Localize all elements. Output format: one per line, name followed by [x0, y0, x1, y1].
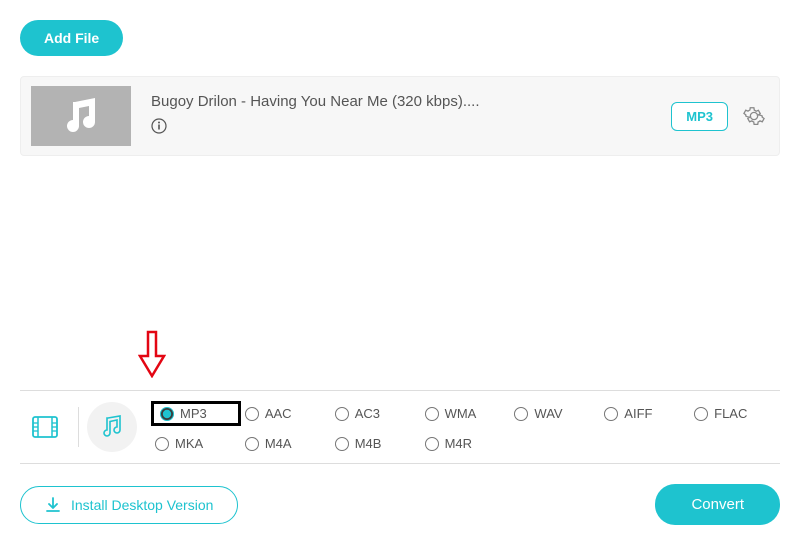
music-notes-icon — [99, 414, 125, 440]
footer-bar: Install Desktop Version Convert — [20, 484, 780, 525]
format-label: WAV — [534, 406, 562, 421]
format-bar: MP3 AAC AC3 WMA WAV AIFF — [20, 390, 780, 464]
format-label: MP3 — [180, 406, 207, 421]
add-file-button[interactable]: Add File — [20, 20, 123, 56]
format-label: WMA — [445, 406, 477, 421]
convert-button[interactable]: Convert — [655, 484, 780, 525]
file-thumbnail — [31, 86, 131, 146]
format-radio-wma[interactable] — [425, 407, 439, 421]
format-radio-m4b[interactable] — [335, 437, 349, 451]
file-row: Bugoy Drilon - Having You Near Me (320 k… — [20, 76, 780, 156]
format-option-m4a[interactable]: M4A — [241, 434, 331, 453]
audio-tab[interactable] — [87, 402, 137, 452]
format-option-wma[interactable]: WMA — [421, 401, 511, 426]
format-option-aiff[interactable]: AIFF — [600, 401, 690, 426]
format-option-m4r[interactable]: M4R — [421, 434, 511, 453]
format-label: M4R — [445, 436, 472, 451]
file-title: Bugoy Drilon - Having You Near Me (320 k… — [151, 93, 671, 110]
format-badge-button[interactable]: MP3 — [671, 102, 728, 131]
format-radio-ac3[interactable] — [335, 407, 349, 421]
format-radio-m4r[interactable] — [425, 437, 439, 451]
install-label: Install Desktop Version — [71, 497, 213, 513]
format-option-m4b[interactable]: M4B — [331, 434, 421, 453]
format-label: FLAC — [714, 406, 747, 421]
format-label: MKA — [175, 436, 203, 451]
install-desktop-button[interactable]: Install Desktop Version — [20, 486, 238, 524]
format-radio-wav[interactable] — [514, 407, 528, 421]
format-radio-aac[interactable] — [245, 407, 259, 421]
format-label: AIFF — [624, 406, 652, 421]
format-radio-m4a[interactable] — [245, 437, 259, 451]
info-icon[interactable] — [151, 118, 167, 134]
formats-grid: MP3 AAC AC3 WMA WAV AIFF — [151, 401, 780, 453]
format-radio-mka[interactable] — [155, 437, 169, 451]
format-label: AAC — [265, 406, 292, 421]
divider — [78, 407, 79, 447]
format-option-ac3[interactable]: AC3 — [331, 401, 421, 426]
format-label: AC3 — [355, 406, 380, 421]
format-radio-aiff[interactable] — [604, 407, 618, 421]
format-option-mp3[interactable]: MP3 — [151, 401, 241, 426]
format-option-mka[interactable]: MKA — [151, 434, 241, 453]
format-option-flac[interactable]: FLAC — [690, 401, 780, 426]
format-option-wav[interactable]: WAV — [510, 401, 600, 426]
format-label: M4B — [355, 436, 382, 451]
format-radio-flac[interactable] — [694, 407, 708, 421]
music-note-icon — [57, 92, 105, 140]
gear-icon[interactable] — [743, 105, 765, 127]
download-icon — [45, 497, 61, 513]
format-option-aac[interactable]: AAC — [241, 401, 331, 426]
arrow-annotation — [138, 330, 166, 383]
file-info: Bugoy Drilon - Having You Near Me (320 k… — [151, 93, 671, 139]
format-label: M4A — [265, 436, 292, 451]
film-icon — [30, 412, 60, 442]
format-radio-mp3[interactable] — [160, 407, 174, 421]
video-tab[interactable] — [20, 402, 70, 452]
